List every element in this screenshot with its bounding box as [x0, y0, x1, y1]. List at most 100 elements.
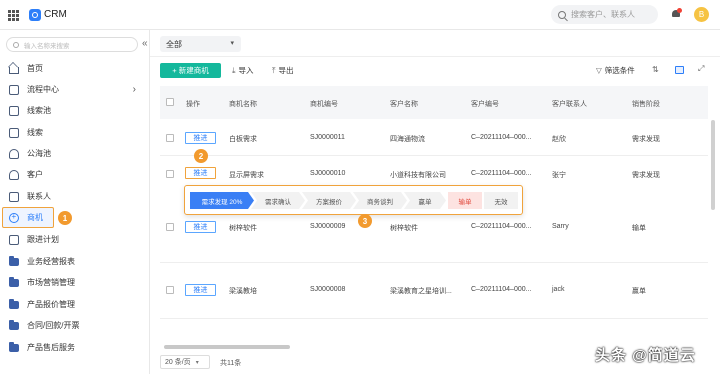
sidebar-item-label: 业务经营报表	[27, 257, 75, 266]
sidebar-item-follow-up-plan[interactable]: 跟进计划	[0, 229, 150, 250]
sidebar-item-marketing[interactable]: 市场营销管理	[0, 272, 150, 293]
sidebar-item-label: 跟进计划	[27, 235, 59, 244]
cell-sales-stage: 需求发现	[632, 136, 660, 143]
import-icon: ⤓	[232, 65, 236, 75]
new-opportunity-button[interactable]: + 新建商机	[160, 63, 221, 78]
column-header-customer-name: 客户名称	[390, 101, 418, 108]
row-checkbox[interactable]	[166, 134, 174, 142]
cell-opportunity-code: SJ0000011	[310, 134, 345, 141]
sidebar-item-label: 商机	[27, 213, 43, 222]
stage-invalid[interactable]: 无效	[484, 192, 518, 209]
sidebar-item-after-sales[interactable]: 产品售后服务	[0, 337, 150, 358]
cell-opportunity-name[interactable]: 树梓软件	[229, 223, 257, 233]
cell-opportunity-name[interactable]: 显示屏需求	[229, 170, 264, 180]
sort-icon[interactable]: ⇅	[652, 65, 661, 74]
sidebar: 输入名称来搜索 « 首页 流程中心 › 线索池 线索 公海池 客户 联系人 商机…	[0, 30, 150, 374]
folder-icon	[9, 319, 19, 330]
sidebar-item-leads[interactable]: 线索	[0, 122, 150, 143]
sidebar-item-label: 市场营销管理	[27, 278, 75, 287]
sidebar-item-contracts[interactable]: 合同/回款/开票	[0, 315, 150, 336]
horizontal-scrollbar[interactable]	[164, 345, 290, 349]
avatar[interactable]: B	[694, 7, 709, 22]
sidebar-item-business-reports[interactable]: 业务经营报表	[0, 251, 150, 272]
opportunity-icon	[9, 212, 19, 223]
total-count: 共11条	[220, 360, 242, 367]
sidebar-item-label: 线索池	[27, 106, 51, 115]
folder-icon	[9, 298, 19, 309]
flow-icon	[9, 84, 19, 95]
column-header-opportunity-code: 商机编号	[310, 101, 338, 108]
cell-opportunity-name[interactable]: 梁溪教培	[229, 286, 257, 296]
sidebar-item-contacts[interactable]: 联系人	[0, 186, 150, 207]
stage-need-discovery[interactable]: 需求发现 20%	[190, 192, 254, 209]
sidebar-search-input[interactable]: 输入名称来搜索	[6, 37, 138, 52]
stage-need-confirmation[interactable]: 需求确认	[251, 192, 305, 209]
stage-lost[interactable]: 输单	[448, 192, 482, 209]
stage-won[interactable]: 赢单	[404, 192, 446, 209]
search-icon	[13, 41, 19, 48]
app-grid-icon[interactable]	[8, 10, 19, 21]
vertical-scrollbar[interactable]	[711, 120, 715, 210]
customer-icon	[9, 169, 19, 180]
cell-customer-code: C–20211104–000...	[471, 134, 532, 141]
column-header-customer-code: 客户编号	[471, 101, 499, 108]
row-checkbox[interactable]	[166, 223, 174, 231]
export-icon: ⤒	[272, 65, 276, 75]
sales-stage-popup: 需求发现 20% 需求确认 方案报价 商务谈判 赢单 输单 无效	[184, 185, 523, 215]
filter-conditions-button[interactable]: ▽ 筛选条件	[596, 65, 635, 76]
notification-dot	[677, 8, 682, 13]
advance-button[interactable]: 推进	[185, 221, 216, 233]
contact-icon	[9, 191, 19, 202]
sidebar-item-label: 客户	[27, 170, 43, 179]
sidebar-item-label: 产品报价管理	[27, 300, 75, 309]
global-search-placeholder: 搜索客户、联系人	[571, 10, 635, 19]
advance-button-highlighted[interactable]: 推进	[185, 167, 216, 179]
export-button[interactable]: ⤒ 导出	[272, 65, 294, 76]
export-label: 导出	[278, 66, 294, 75]
sidebar-item-quotes[interactable]: 产品报价管理	[0, 294, 150, 315]
stage-negotiation[interactable]: 商务谈判	[353, 192, 407, 209]
filter-conditions-label: 筛选条件	[604, 66, 635, 75]
chevron-down-icon: ▾	[230, 40, 234, 47]
fullscreen-icon[interactable]: ⤢	[698, 64, 707, 73]
cell-contact: jack	[552, 286, 565, 293]
sidebar-item-flow-center[interactable]: 流程中心 ›	[0, 79, 150, 100]
sidebar-item-home[interactable]: 首页	[0, 58, 150, 79]
column-header-action: 操作	[186, 101, 200, 108]
sidebar-item-label: 首页	[27, 64, 43, 73]
cell-contact: 张宁	[552, 172, 566, 179]
advance-button[interactable]: 推进	[185, 284, 216, 296]
cell-opportunity-code: SJ0000010	[310, 170, 346, 177]
column-header-contact: 客户联系人	[552, 101, 587, 108]
view-filter-select[interactable]: 全部 ▾	[160, 36, 241, 52]
stage-proposal-quote[interactable]: 方案报价	[302, 192, 356, 209]
column-header-opportunity-name: 商机名称	[229, 101, 257, 108]
card-view-icon[interactable]	[675, 66, 684, 74]
cell-customer-code: C–20211104–000...	[471, 286, 532, 293]
cell-customer-name: 小道科技有限公司	[390, 172, 446, 179]
advance-button[interactable]: 推进	[185, 132, 216, 144]
sidebar-search-placeholder: 输入名称来搜索	[24, 42, 70, 50]
sidebar-item-label: 合同/回款/开票	[27, 321, 80, 330]
cell-opportunity-code: SJ0000008	[310, 286, 346, 293]
divider	[150, 56, 720, 57]
row-checkbox[interactable]	[166, 170, 174, 178]
sidebar-item-public-pool[interactable]: 公海池	[0, 143, 150, 164]
page-size-select[interactable]: 20 条/页 ▾	[160, 355, 210, 369]
import-button[interactable]: ⤓ 导入	[232, 65, 254, 76]
sidebar-item-lead-pool[interactable]: 线索池	[0, 100, 150, 121]
select-all-checkbox[interactable]	[166, 98, 174, 106]
cell-customer-code: C–20211104–000...	[471, 223, 532, 230]
row-divider	[160, 155, 708, 156]
sidebar-item-customers[interactable]: 客户	[0, 164, 150, 185]
crm-logo-icon	[29, 9, 41, 21]
row-checkbox[interactable]	[166, 286, 174, 294]
sidebar-item-opportunities[interactable]: 商机	[2, 207, 54, 228]
folder-icon	[9, 341, 19, 352]
cell-opportunity-name[interactable]: 白板需求	[229, 134, 257, 144]
collapse-sidebar-icon[interactable]: «	[142, 38, 148, 49]
chevron-down-icon: ▾	[195, 359, 199, 366]
import-label: 导入	[238, 66, 254, 75]
global-search-input[interactable]: 搜索客户、联系人	[551, 5, 658, 24]
notification-bell-icon[interactable]	[671, 8, 682, 19]
